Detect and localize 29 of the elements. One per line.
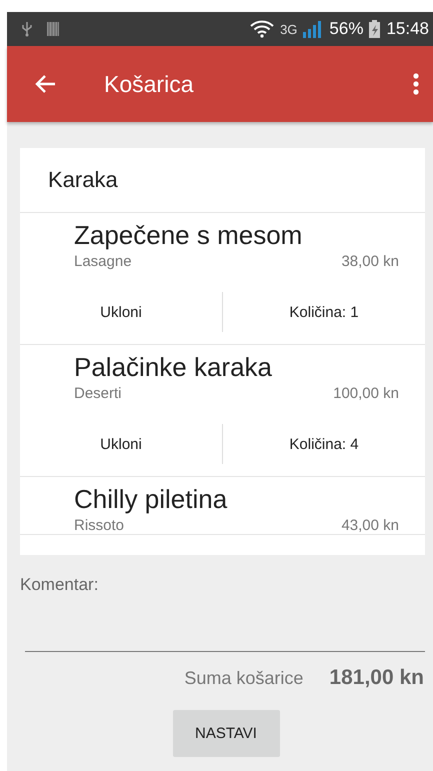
back-arrow-icon[interactable]	[34, 74, 56, 94]
quantity-button[interactable]: Količina: 4	[223, 426, 425, 462]
continue-button[interactable]: NASTAVI	[172, 710, 280, 757]
item-name: Chilly piletina	[74, 483, 228, 515]
remove-button[interactable]: Ukloni	[20, 426, 222, 462]
item-price: 100,00 kn	[333, 385, 399, 402]
item-category: Rissoto	[74, 517, 124, 534]
battery-icon	[369, 20, 380, 38]
barcode-icon	[47, 22, 59, 36]
restaurant-name: Karaka	[20, 148, 425, 213]
item-price: 43,00 kn	[341, 517, 399, 534]
network-type: 3G	[280, 22, 298, 36]
comment-label: Komentar:	[20, 575, 100, 595]
signal-icon	[303, 20, 324, 38]
item-name: Palačinke karaka	[74, 351, 273, 383]
item-price: 38,00 kn	[341, 253, 399, 270]
total-label: Suma košarice	[184, 668, 304, 689]
item-category: Lasagne	[74, 253, 132, 270]
item-category: Deserti	[74, 385, 122, 402]
quantity-button[interactable]: Količina: 1	[223, 294, 425, 330]
usb-icon	[21, 21, 33, 37]
total-amount: 181,00 kn	[329, 666, 424, 690]
remove-button[interactable]: Ukloni	[20, 294, 222, 330]
item-name: Zapečene s mesom	[74, 219, 304, 251]
clock: 15:48	[386, 19, 429, 39]
more-options-icon[interactable]	[413, 73, 419, 95]
battery-percent: 56%	[329, 19, 364, 39]
wifi-icon	[250, 20, 274, 38]
screen-title: Košarica	[104, 70, 194, 98]
